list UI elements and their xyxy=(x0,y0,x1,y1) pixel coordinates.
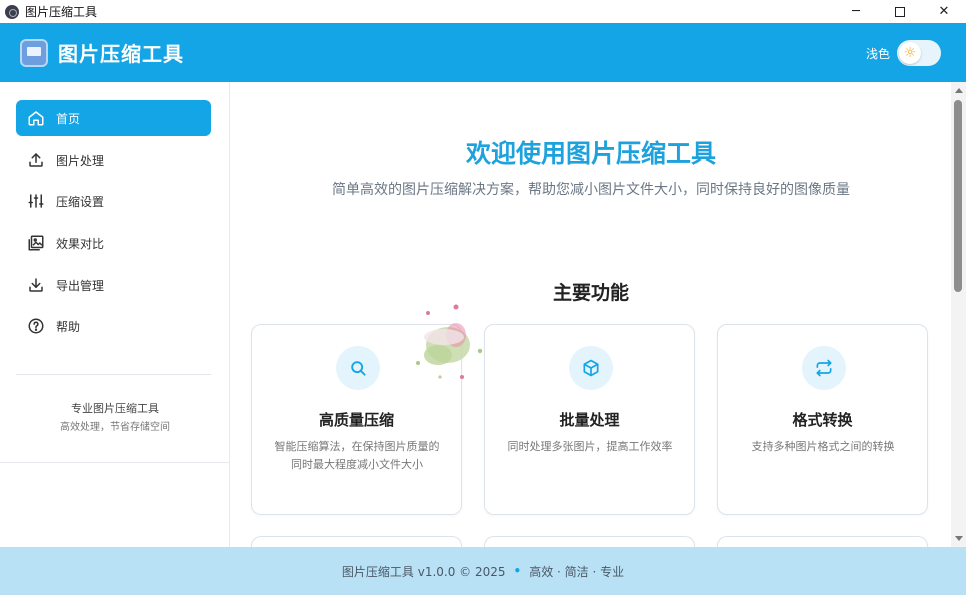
search-icon xyxy=(336,346,380,390)
sidebar-item-label: 压缩设置 xyxy=(56,194,105,209)
welcome-subtitle: 简单高效的图片压缩解决方案，帮助您减小图片文件大小，同时保持良好的图像质量 xyxy=(332,182,850,198)
swap-icon xyxy=(802,346,846,390)
sidebar-item-effect-compare[interactable]: 效果对比 xyxy=(16,225,211,261)
scroll-up-arrow-icon[interactable] xyxy=(955,88,963,93)
sidebar-item-label: 导出管理 xyxy=(56,278,105,293)
upload-icon xyxy=(26,150,46,170)
close-button[interactable]: ✕ xyxy=(922,0,966,23)
feature-card-title: 批量处理 xyxy=(559,411,620,429)
sidebar-item-label: 首页 xyxy=(56,111,81,126)
minimize-button[interactable]: ─ xyxy=(834,0,878,23)
scrollbar-thumb[interactable] xyxy=(954,100,962,292)
maximize-icon xyxy=(895,6,905,17)
feature-card-desc: 同时处理多张图片，提高工作效率 xyxy=(507,440,673,453)
feature-card-partial[interactable] xyxy=(251,536,462,547)
feature-card-partial[interactable] xyxy=(484,536,695,547)
feature-card-format[interactable]: 格式转换 支持多种图片格式之间的转换 xyxy=(717,324,928,515)
sidebar-divider xyxy=(16,374,211,375)
app-footer: 图片压缩工具 v1.0.0 © 2025 • 高效 · 简洁 · 专业 xyxy=(0,547,966,595)
sidebar-item-label: 效果对比 xyxy=(56,236,105,251)
features-section-title: 主要功能 xyxy=(552,282,629,304)
maximize-button[interactable] xyxy=(878,0,922,23)
sidebar-item-image-processing[interactable]: 图片处理 xyxy=(16,142,211,178)
sidebar-promo-subtitle: 高效处理，节省存储空间 xyxy=(60,422,170,433)
app-icon xyxy=(5,4,19,19)
sidebar-item-label: 帮助 xyxy=(56,319,81,334)
window-title: 图片压缩工具 xyxy=(25,5,98,19)
sun-icon: ☼ xyxy=(903,45,917,61)
welcome-heading: 欢迎使用图片压缩工具 xyxy=(465,139,716,168)
sidebar-item-help[interactable]: 帮助 xyxy=(16,308,211,344)
sidebar-bottom-divider xyxy=(0,462,230,463)
box-icon xyxy=(569,346,613,390)
download-icon xyxy=(26,275,46,295)
sidebar: 首页 图片处理 压缩设置 效果对比 导出管理 帮助 专业图片压缩工具 高效处理，… xyxy=(0,82,230,547)
feature-card-desc: 智能压缩算法，在保持图片质量的同时最大程度减小文件大小 xyxy=(274,440,440,471)
theme-label: 浅色 xyxy=(865,47,890,61)
footer-version: 图片压缩工具 v1.0.0 © 2025 xyxy=(341,564,506,579)
app-logo-icon xyxy=(20,38,48,67)
feature-card-title: 格式转换 xyxy=(792,411,853,429)
sliders-icon xyxy=(26,191,46,211)
main-scrollbar[interactable] xyxy=(951,82,966,547)
feature-card-desc: 支持多种图片格式之间的转换 xyxy=(751,440,895,453)
app-brand-title: 图片压缩工具 xyxy=(58,42,184,66)
sidebar-item-label: 图片处理 xyxy=(56,153,105,168)
sidebar-item-compression-settings[interactable]: 压缩设置 xyxy=(16,183,211,219)
scroll-down-arrow-icon[interactable] xyxy=(955,536,963,541)
theme-toggle[interactable]: ☼ xyxy=(897,40,941,66)
theme-toggle-knob: ☼ xyxy=(899,42,921,64)
sidebar-item-home[interactable]: 首页 xyxy=(16,100,211,136)
image-compare-icon xyxy=(26,233,46,253)
footer-separator: • xyxy=(513,564,522,578)
feature-card-title: 高质量压缩 xyxy=(318,411,394,429)
help-icon xyxy=(26,316,46,336)
sidebar-item-export[interactable]: 导出管理 xyxy=(16,267,211,303)
paint-splash-decoration xyxy=(416,304,483,379)
app-header: 图片压缩工具 浅色 ☼ xyxy=(0,23,966,82)
feature-card-partial[interactable] xyxy=(717,536,928,547)
window-titlebar: 图片压缩工具 ─ ✕ xyxy=(0,0,966,23)
feature-card-batch[interactable]: 批量处理 同时处理多张图片，提高工作效率 xyxy=(484,324,695,515)
sidebar-promo-title: 专业图片压缩工具 xyxy=(71,402,159,415)
main-content: 欢迎使用图片压缩工具 简单高效的图片压缩解决方案，帮助您减小图片文件大小，同时保… xyxy=(231,82,951,547)
home-icon xyxy=(26,108,46,128)
footer-tagline: 高效 · 简洁 · 专业 xyxy=(529,564,625,579)
